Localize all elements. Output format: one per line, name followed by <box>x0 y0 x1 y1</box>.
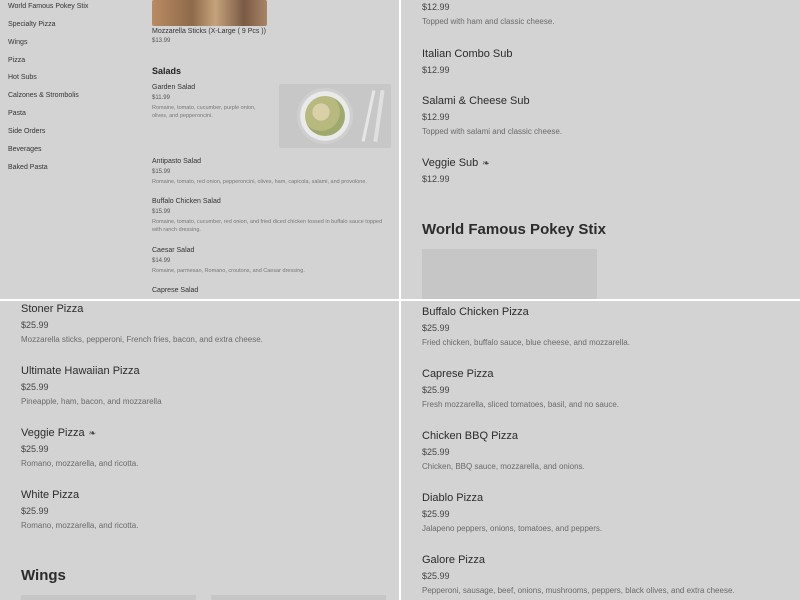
item-name: Caprese Pizza <box>422 368 494 380</box>
menu-item-galore-pizza[interactable]: Galore Pizza $25.99 Pepperoni, sausage, … <box>422 554 735 595</box>
item-name: Veggie Pizza <box>21 427 85 439</box>
item-name-buffalo-chicken-salad[interactable]: Buffalo Chicken Salad <box>152 198 221 205</box>
menu-item-buffalo-chicken-pizza[interactable]: Buffalo Chicken Pizza $25.99 Fried chick… <box>422 306 630 347</box>
leaf-icon: ❧ <box>88 427 97 438</box>
menu-item-chicken-bbq-pizza[interactable]: Chicken BBQ Pizza $25.99 Chicken, BBQ sa… <box>422 430 585 471</box>
sidebar-item-baked-pasta[interactable]: Baked Pasta <box>8 164 48 171</box>
item-description: Jalapeno peppers, onions, tomatoes, and … <box>422 524 603 533</box>
section-title-wings: Wings <box>21 567 66 584</box>
menu-item-italian-combo-sub[interactable]: Italian Combo Sub $12.99 <box>422 48 513 75</box>
menu-panel-top-right: $12.99 Topped with ham and classic chees… <box>401 0 800 299</box>
item-name: Diablo Pizza <box>422 492 484 504</box>
item-name-garden-salad[interactable]: Garden Salad <box>152 84 195 91</box>
mozzarella-sticks-image[interactable] <box>152 0 267 26</box>
item-description: Topped with salami and classic cheese. <box>422 127 563 136</box>
wings-image-1[interactable] <box>21 595 196 600</box>
item-price: $15.99 <box>152 169 171 175</box>
item-price: $25.99 <box>422 385 450 395</box>
sidebar-item-specialty-pizza[interactable]: Specialty Pizza <box>8 21 55 28</box>
item-description: Fresh mozzarella, sliced tomatoes, basil… <box>422 400 619 409</box>
item-description: Chicken, BBQ sauce, mozzarella, and onio… <box>422 462 585 471</box>
item-name[interactable]: Mozzarella Sticks (X-Large ( 9 Pcs )) <box>152 28 266 35</box>
item-description: Fried chicken, buffalo sauce, blue chees… <box>422 338 630 347</box>
fork <box>361 90 376 142</box>
menu-item-stoner-pizza[interactable]: Stoner Pizza $25.99 Mozzarella sticks, p… <box>21 303 263 344</box>
screenshot-grid: World Famous Pokey Stix Specialty Pizza … <box>0 0 800 600</box>
item-description: Romaine, tomato, cucumber, purple onion,… <box>152 105 256 119</box>
menu-item-ultimate-hawaiian-pizza[interactable]: Ultimate Hawaiian Pizza $25.99 Pineapple… <box>21 365 162 406</box>
item-description: Mozzarella sticks, pepperoni, French fri… <box>21 335 263 344</box>
item-name-caprese-salad[interactable]: Caprese Salad <box>152 287 198 294</box>
item-description: Romano, mozzarella, and ricotta. <box>21 521 139 530</box>
menu-item-veggie-sub[interactable]: Veggie Sub ❧ $12.99 <box>422 157 490 184</box>
item-price: $25.99 <box>21 382 49 392</box>
item-name: Veggie Sub <box>422 157 479 169</box>
menu-panel-bottom-left: Stoner Pizza $25.99 Mozzarella sticks, p… <box>0 301 399 600</box>
leaf-icon: ❧ <box>482 157 490 168</box>
menu-item-veggie-pizza[interactable]: Veggie Pizza ❧ $25.99 Romano, mozzarella… <box>21 427 138 468</box>
sidebar-item-hot-subs[interactable]: Hot Subs <box>8 74 37 81</box>
menu-content: Mozzarella Sticks (X-Large ( 9 Pcs )) $1… <box>152 0 391 299</box>
item-price: $25.99 <box>21 506 49 516</box>
section-title-pokey-stix: World Famous Pokey Stix <box>422 221 606 238</box>
item-name: Italian Combo Sub <box>422 48 513 60</box>
knife <box>373 89 385 143</box>
item-price: $12.99 <box>422 65 450 75</box>
item-description: Pepperoni, sausage, beef, onions, mushro… <box>422 586 735 595</box>
garden-salad-image[interactable] <box>279 84 391 148</box>
item-name-row: Veggie Pizza ❧ <box>21 427 138 439</box>
item-price: $25.99 <box>422 447 450 457</box>
sidebar-item-beverages[interactable]: Beverages <box>8 146 41 153</box>
item-name: Chicken BBQ Pizza <box>422 430 518 442</box>
item-name: White Pizza <box>21 489 80 501</box>
menu-item-white-pizza[interactable]: White Pizza $25.99 Romano, mozzarella, a… <box>21 489 138 530</box>
item-description: Romano, mozzarella, and ricotta. <box>21 459 139 468</box>
item-description: Romaine, parmesan, Romano, croutons, and… <box>152 268 305 274</box>
item-price: $15.99 <box>152 209 171 215</box>
pokey-stix-image[interactable] <box>422 249 597 299</box>
item-description: Pineapple, ham, bacon, and mozzarella <box>21 397 162 406</box>
sidebar-item-wings[interactable]: Wings <box>8 39 27 46</box>
item-price: $11.99 <box>152 95 170 101</box>
menu-panel-top-left: World Famous Pokey Stix Specialty Pizza … <box>0 0 399 299</box>
sidebar-item-pokey-stix[interactable]: World Famous Pokey Stix <box>8 3 88 10</box>
item-price: $25.99 <box>422 323 450 333</box>
item-price: $25.99 <box>422 571 450 581</box>
wings-image-2[interactable] <box>211 595 386 600</box>
item-name: Stoner Pizza <box>21 303 84 315</box>
item-price: $12.99 <box>422 2 450 12</box>
menu-item-ham-cheese-sub[interactable]: $12.99 Topped with ham and classic chees… <box>422 2 555 26</box>
item-name-antipasto-salad[interactable]: Antipasto Salad <box>152 158 201 165</box>
item-price: $25.99 <box>21 320 49 330</box>
sidebar-item-pizza[interactable]: Pizza <box>8 57 25 64</box>
sidebar-item-calzones[interactable]: Calzones & Strombolis <box>8 92 79 99</box>
item-price: $13.99 <box>152 38 171 44</box>
section-title-salads: Salads <box>152 66 182 76</box>
item-price: $25.99 <box>422 509 450 519</box>
salad-plate <box>297 88 353 144</box>
item-price: $25.99 <box>21 444 49 454</box>
item-name-caesar-salad[interactable]: Caesar Salad <box>152 247 194 254</box>
item-name-row: Veggie Sub ❧ <box>422 157 490 169</box>
item-name: Ultimate Hawaiian Pizza <box>21 365 140 377</box>
sidebar-item-side-orders[interactable]: Side Orders <box>8 128 45 135</box>
menu-panel-bottom-right: Buffalo Chicken Pizza $25.99 Fried chick… <box>401 301 800 600</box>
item-description: Romaine, tomato, red onion, pepperoncini… <box>152 179 367 185</box>
item-price: $12.99 <box>422 174 450 184</box>
sidebar-item-pasta[interactable]: Pasta <box>8 110 26 117</box>
item-description: Topped with ham and classic cheese. <box>422 17 555 26</box>
menu-item-caprese-pizza[interactable]: Caprese Pizza $25.99 Fresh mozzarella, s… <box>422 368 619 409</box>
item-description: Romaine, tomato, cucumber, red onion, an… <box>152 219 383 233</box>
menu-item-diablo-pizza[interactable]: Diablo Pizza $25.99 Jalapeno peppers, on… <box>422 492 602 533</box>
item-price: $12.99 <box>422 112 450 122</box>
item-name: Buffalo Chicken Pizza <box>422 306 529 318</box>
item-price: $14.99 <box>152 258 171 264</box>
item-name: Galore Pizza <box>422 554 485 566</box>
menu-item-salami-cheese-sub[interactable]: Salami & Cheese Sub $12.99 Topped with s… <box>422 95 562 136</box>
item-name: Salami & Cheese Sub <box>422 95 530 107</box>
